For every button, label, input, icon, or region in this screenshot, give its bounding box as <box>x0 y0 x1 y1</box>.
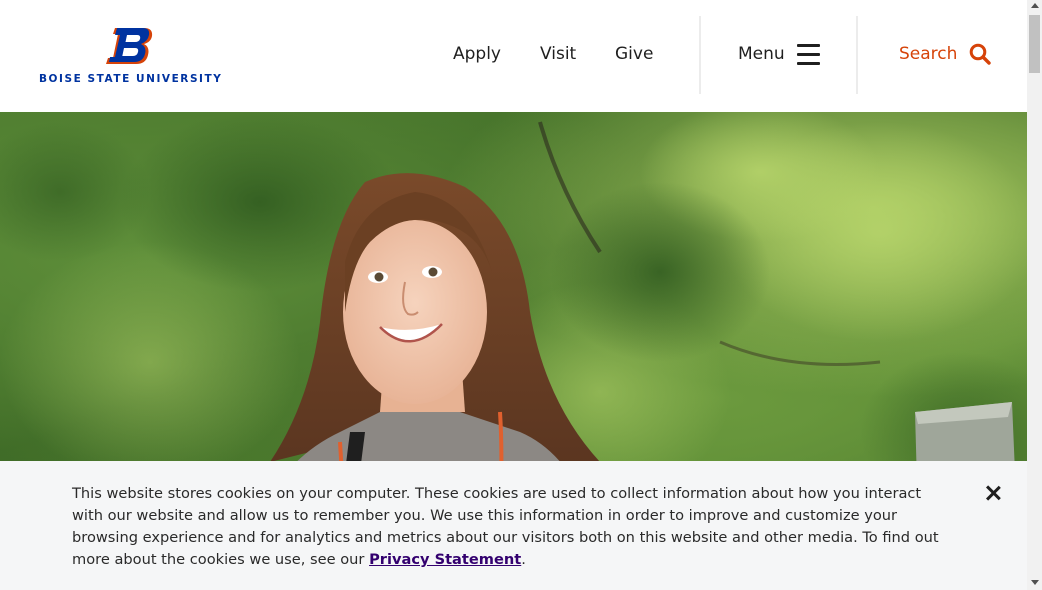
site-header: BOISE STATE UNIVERSITY Apply Visit Give … <box>0 0 1027 112</box>
cookie-banner: This website stores cookies on your comp… <box>0 461 1027 590</box>
logo-wordmark: BOISE STATE UNIVERSITY <box>39 73 223 85</box>
cookie-message-end: . <box>521 551 526 568</box>
page-scrollbar[interactable] <box>1027 0 1042 590</box>
scroll-down-arrow-icon[interactable] <box>1031 580 1039 585</box>
page: BOISE STATE UNIVERSITY Apply Visit Give … <box>0 0 1027 590</box>
scrollbar-thumb[interactable] <box>1029 15 1040 73</box>
boise-state-logo[interactable]: BOISE STATE UNIVERSITY <box>38 26 224 86</box>
search-label: Search <box>899 44 958 64</box>
hamburger-menu-icon <box>797 44 820 65</box>
scroll-up-arrow-icon[interactable] <box>1031 3 1039 8</box>
menu-button[interactable]: Menu <box>738 38 826 72</box>
menu-label: Menu <box>738 44 785 64</box>
search-button[interactable]: Search <box>899 38 994 72</box>
cookie-message: This website stores cookies on your comp… <box>72 483 952 571</box>
header-divider <box>699 16 701 94</box>
privacy-statement-link[interactable]: Privacy Statement <box>369 551 521 568</box>
nav-visit-link[interactable]: Visit <box>540 44 576 64</box>
search-icon <box>969 43 991 65</box>
header-divider <box>856 16 858 94</box>
nav-apply-link[interactable]: Apply <box>453 44 501 64</box>
nav-give-link[interactable]: Give <box>615 44 653 64</box>
close-icon[interactable] <box>985 485 1001 501</box>
bronco-b-logo-icon <box>106 28 153 64</box>
